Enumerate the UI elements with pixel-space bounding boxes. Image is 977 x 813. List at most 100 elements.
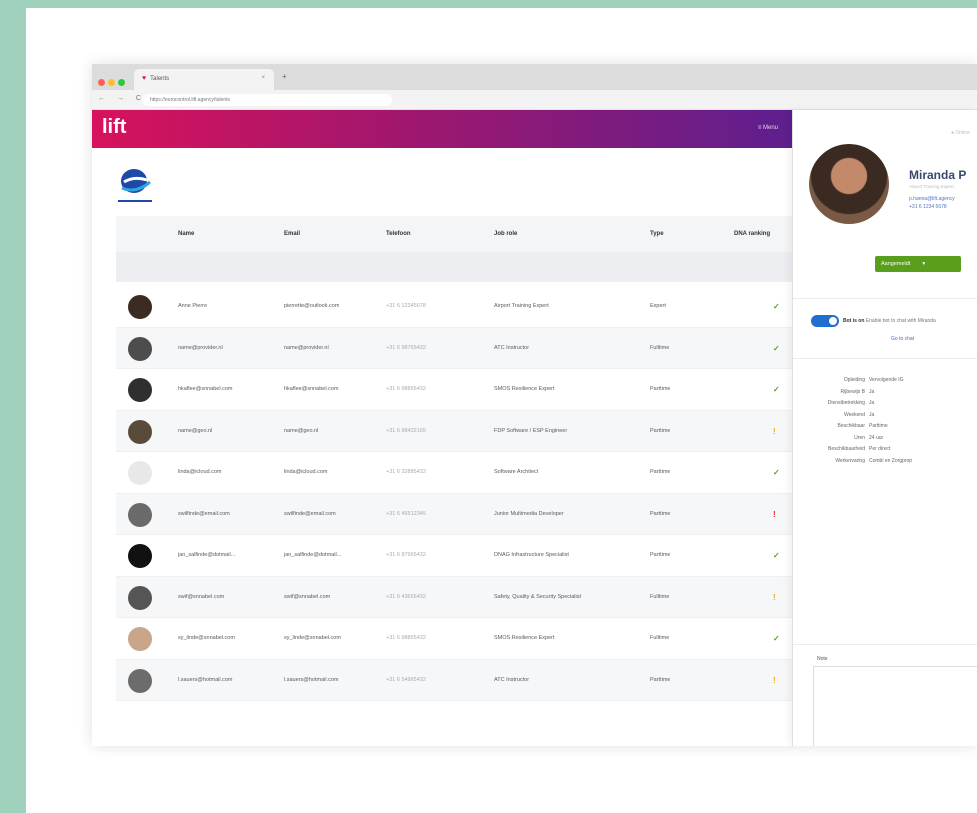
detail-value: Combi en Zorgprop — [869, 457, 913, 464]
detail-row: Rijbewijs B Ja — [807, 388, 875, 395]
detail-key: Werkervaring — [835, 457, 865, 464]
cell-name: name@geo.nl — [178, 427, 213, 434]
profile-avatar — [809, 144, 889, 224]
cell-name: linda@icloud.com — [178, 469, 222, 475]
table-row[interactable]: l.sauers@hotmail.com l.sauers@hotmail.com… — [116, 659, 796, 701]
column-email[interactable]: Email — [284, 231, 300, 237]
cell-email: linda@icloud.com — [284, 469, 328, 475]
detail-row: Werkervaring Combi en Zorgprop — [807, 458, 912, 464]
cell-email: swilfinde@email.com — [284, 510, 336, 517]
table-row[interactable]: linda@icloud.com linda@icloud.com +31 6 32… — [116, 452, 796, 494]
detail-row: Beschikbaarheid Per direct — [807, 446, 890, 452]
cell-type: Parttime — [650, 510, 671, 517]
cell-role: Safety, Quality & Security Specialist — [494, 593, 582, 600]
cell-phone: +31 6 32885432 — [386, 469, 426, 475]
table-row[interactable]: swilfinde@email.com swilfinde@email.com +3… — [116, 493, 796, 535]
bot-label: Bot is on — [843, 318, 865, 324]
close-tab-icon[interactable]: × — [261, 75, 265, 81]
cell-phone: +31 6 98432165 — [386, 427, 426, 434]
check-icon: ✓ — [773, 468, 780, 477]
go-to-chat-link[interactable]: Go to chat — [891, 336, 914, 342]
avatar — [128, 461, 152, 485]
notes-textarea[interactable] — [813, 666, 977, 746]
table-row[interactable]: Anne Pierre pierrette@outlook.com +31 6 12… — [116, 286, 796, 328]
url-input[interactable]: https://eurocontrol.lift.agency/talents — [142, 94, 392, 106]
check-icon: ✓ — [773, 343, 780, 353]
nav-buttons[interactable]: ← → C — [98, 95, 146, 102]
detail-value: Parttime — [869, 423, 888, 429]
table-row[interactable]: sy_linde@snnabel.com sy_linde@snnabel.com… — [116, 618, 796, 660]
table-row[interactable]: name@geo.nl name@geo.nl +31 6 98432165 FDP … — [116, 410, 796, 452]
detail-key: Beschikbaar — [837, 423, 865, 429]
cell-email: name@provider.nl — [284, 344, 329, 351]
window-controls — [98, 73, 128, 91]
table-row[interactable]: jan_salfinde@dotmail... jan_salfinde@dotm… — [116, 535, 796, 577]
detail-row: Dienstbetrekking Ja — [807, 400, 875, 406]
profile-panel: ● Online Miranda P Airport Training Expe… — [792, 110, 977, 746]
warning-icon: ! — [773, 592, 776, 602]
cell-phone: +31 6 46512345 — [386, 510, 426, 517]
cell-type: Parttime — [650, 552, 671, 558]
minimize-window-button[interactable] — [108, 79, 115, 86]
cell-phone: +31 6 12345678 — [386, 303, 426, 309]
cell-type: Expert — [650, 303, 666, 309]
cell-type: Parttime — [650, 427, 671, 434]
cell-role: Software Architect — [494, 469, 539, 475]
detail-value: Ja — [869, 411, 875, 418]
menu-button[interactable]: ≡ Menu — [758, 125, 778, 131]
cell-email: hkaflee@snnabel.com — [284, 386, 339, 392]
caret-down-icon: ▾ — [922, 261, 926, 267]
cell-role: FDP Software / ESP Engineer — [494, 427, 568, 434]
column-name[interactable]: Name — [178, 231, 194, 237]
avatar — [128, 544, 152, 568]
cell-type: Fulltime — [650, 344, 670, 351]
cell-phone: +31 6 54965432 — [386, 676, 426, 683]
warning-icon: ! — [773, 509, 776, 519]
table-row[interactable]: swif@snnabel.com swif@snnabel.com +31 6 43… — [116, 576, 796, 618]
new-tab-icon[interactable]: + — [282, 72, 287, 81]
bot-description: Bot is on Enable bot to chat with Mirand… — [843, 318, 936, 324]
cell-email: l.sauers@hotmail.com — [284, 676, 339, 683]
detail-key: Rijbewijs B — [840, 388, 865, 395]
cell-role: DNAG Infrastructure Specialist — [494, 552, 569, 558]
profile-name: Miranda P — [909, 168, 967, 182]
avatar — [128, 295, 152, 319]
table-header: Name Email Telefoon Job role Type DNA ra… — [116, 216, 796, 252]
status-dropdown-button[interactable]: Aangemeldt ▾ — [875, 256, 961, 272]
column-job-role[interactable]: Job role — [494, 231, 517, 237]
divider — [793, 358, 977, 359]
cell-name: sy_linde@snnabel.com — [178, 635, 235, 641]
avatar — [128, 336, 152, 361]
detail-value: Vervolgende IG — [869, 377, 904, 383]
cell-email: pierrette@outlook.com — [284, 303, 340, 309]
profile-phone-link[interactable]: +31 6 1234 5678 — [909, 204, 947, 210]
table-row[interactable]: hkaflee@snnabel.com hkaflee@snnabel.com +3… — [116, 369, 796, 411]
cell-role: Airport Training Expert — [494, 303, 549, 309]
avatar — [128, 668, 152, 693]
cell-phone: +31 6 98765432 — [386, 344, 426, 351]
column-telefoon[interactable]: Telefoon — [386, 231, 411, 237]
lift-logo[interactable]: lift — [102, 116, 126, 139]
bot-toggle[interactable] — [811, 315, 839, 327]
divider — [793, 644, 977, 645]
cell-name: swif@snnabel.com — [178, 593, 225, 600]
detail-value: Ja — [869, 400, 875, 406]
browser-tab[interactable]: ♥ Talents × — [134, 69, 274, 90]
avatar — [128, 627, 152, 651]
cell-email: swif@snnabel.com — [284, 593, 331, 600]
column-type[interactable]: Type — [650, 231, 664, 237]
profile-email-link[interactable]: p.hanna@lift.agency — [909, 196, 955, 202]
cell-email: jan_salfinde@dotmail... — [284, 552, 342, 558]
table-row[interactable]: name@provider.nl name@provider.nl +31 6 98… — [116, 327, 796, 369]
filter-row[interactable] — [116, 252, 796, 282]
profile-subtitle: Airport Training Expert — [909, 184, 954, 189]
cell-email: sy_linde@snnabel.com — [284, 635, 341, 641]
cell-role: SMOS Resilience Expert — [494, 635, 555, 641]
cell-phone: +31 6 87965432 — [386, 552, 426, 558]
maximize-window-button[interactable] — [118, 79, 125, 86]
cell-type: Fulltime — [650, 635, 670, 641]
avatar — [128, 419, 152, 444]
column-dna-ranking[interactable]: DNA ranking — [734, 231, 770, 237]
close-window-button[interactable] — [98, 79, 105, 86]
browser-tabbar: ♥ Talents × + — [92, 64, 977, 90]
